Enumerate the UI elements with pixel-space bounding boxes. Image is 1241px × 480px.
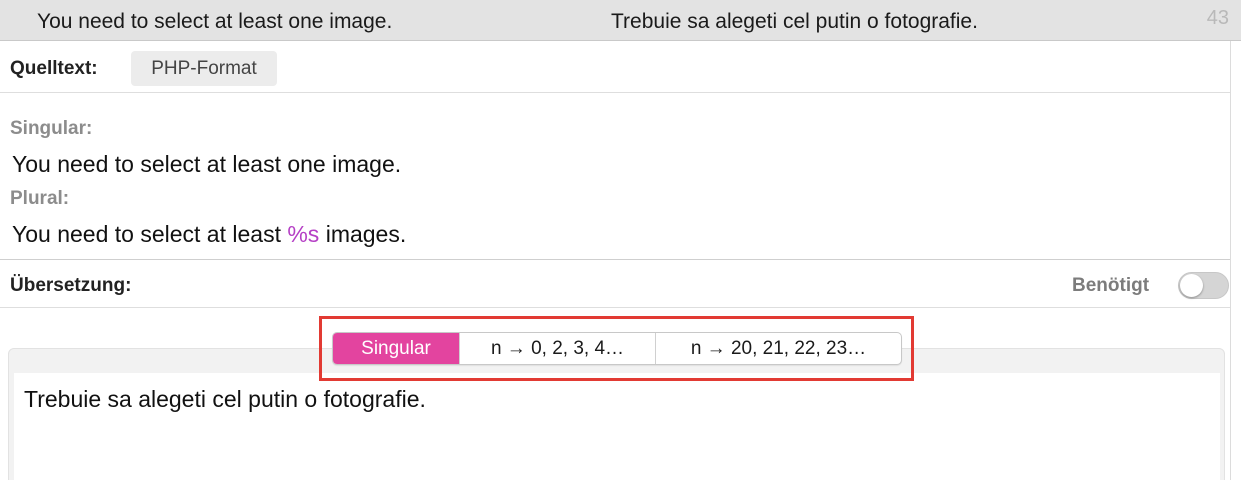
- format-badge: PHP-Format: [131, 51, 277, 86]
- translation-text: Trebuie sa alegeti cel putin o fotografi…: [24, 386, 426, 412]
- tab-plural-few[interactable]: n → 0, 2, 3, 4…: [460, 333, 656, 364]
- source-label: Quelltext:: [10, 58, 98, 79]
- format-placeholder: %s: [287, 221, 320, 247]
- plural-form-tabs: Singular n → 0, 2, 3, 4… n → 20, 21, 22,…: [332, 332, 902, 365]
- translation-header: Übersetzung: Benötigt: [0, 260, 1230, 308]
- tab-singular[interactable]: Singular: [333, 333, 460, 364]
- translation-editor[interactable]: Trebuie sa alegeti cel putin o fotografi…: [14, 373, 1220, 480]
- needs-work-label: Benötigt: [1072, 275, 1150, 296]
- needs-work-toggle[interactable]: [1178, 272, 1229, 299]
- singular-source-text: You need to select at least one image.: [12, 151, 402, 177]
- plural-text-after: images.: [319, 221, 407, 247]
- string-list-row[interactable]: You need to select at least one image. T…: [0, 0, 1241, 41]
- toggle-knob: [1180, 274, 1203, 297]
- scrollbar[interactable]: [1230, 41, 1241, 480]
- plural-text-before: You need to select at least: [12, 221, 288, 247]
- singular-label: Singular:: [10, 118, 93, 139]
- plural-label: Plural:: [10, 188, 70, 209]
- source-header: Quelltext: PHP-Format: [0, 41, 1230, 93]
- tab-plural-many[interactable]: n → 20, 21, 22, 23…: [656, 333, 901, 364]
- plural-source-text: You need to select at least %s images.: [12, 221, 406, 248]
- translation-label: Übersetzung:: [10, 275, 132, 296]
- row-number: 43: [1206, 7, 1229, 29]
- row-source-text: You need to select at least one image.: [37, 10, 393, 33]
- source-text-panel: Singular: You need to select at least on…: [0, 93, 1230, 260]
- row-translation-text: Trebuie sa alegeti cel putin o fotografi…: [611, 10, 978, 33]
